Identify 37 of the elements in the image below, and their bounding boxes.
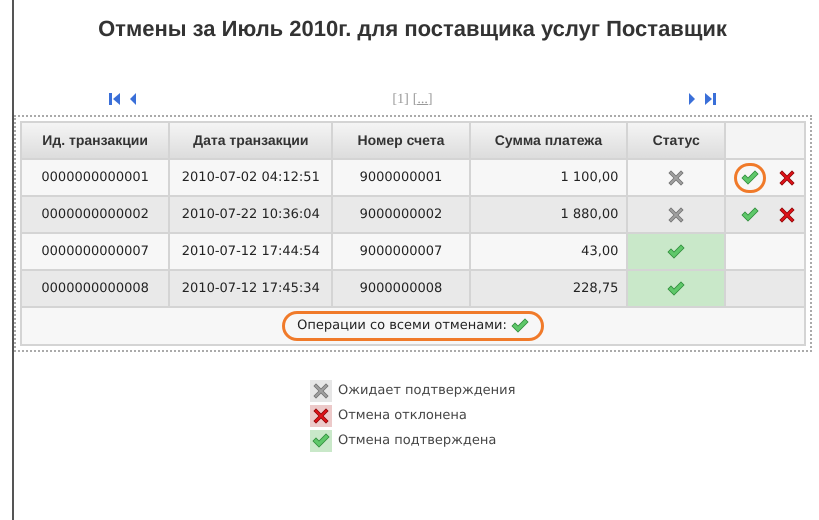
page-title: Отмены за Июль 2010г. для поставщика услуг Поставщик (97, 15, 728, 43)
all-cancellations-label: Операции со всеми отменами: (297, 317, 507, 336)
page-number[interactable]: [1] (392, 88, 409, 110)
column-header: Ид. транзакции (21, 122, 170, 159)
column-header: Дата транзакции (169, 122, 332, 159)
legend-label: Отмена подтверждена (338, 432, 496, 450)
table-cell: 9000000002 (332, 196, 470, 233)
table-cell: 2010-07-12 17:44:54 (169, 233, 332, 270)
column-header: Статус (627, 122, 725, 159)
confirm-all-icon[interactable] (510, 318, 529, 334)
table-cell: 1 880,00 (470, 196, 628, 233)
column-header: Номер счета (332, 122, 470, 159)
table-cell: 0000000000007 (21, 233, 170, 270)
column-header: Сумма платежа (470, 122, 628, 159)
legend-label: Отмена отклонена (338, 407, 467, 426)
next-page-icon[interactable] (688, 92, 696, 106)
reject-icon[interactable] (778, 206, 796, 224)
reject-icon[interactable] (778, 168, 796, 186)
confirm-icon[interactable] (741, 206, 759, 222)
table-cell: 2010-07-02 04:12:51 (169, 159, 332, 196)
more-pages-link[interactable]: [...] (412, 88, 433, 110)
last-page-icon[interactable] (704, 92, 716, 106)
table-cell: 9000000008 (332, 270, 470, 307)
previous-page-icon[interactable] (129, 92, 137, 106)
table-cell: 2010-07-12 17:45:34 (169, 270, 332, 307)
table-cell: 0000000000002 (21, 196, 170, 233)
table-cell: 9000000001 (332, 159, 470, 196)
confirm-icon[interactable] (741, 170, 759, 186)
table-cell: 228,75 (470, 270, 628, 307)
table-cell: 9000000007 (332, 233, 470, 270)
first-page-icon[interactable] (109, 92, 121, 106)
legend-label: Ожидает подтверждения (338, 382, 516, 400)
table-cell: 43,00 (470, 233, 628, 270)
table-cell: 0000000000008 (21, 270, 170, 307)
table-cell: 1 100,00 (470, 159, 628, 196)
table-cell: 0000000000001 (21, 159, 170, 196)
table-cell: 2010-07-22 10:36:04 (169, 196, 332, 233)
